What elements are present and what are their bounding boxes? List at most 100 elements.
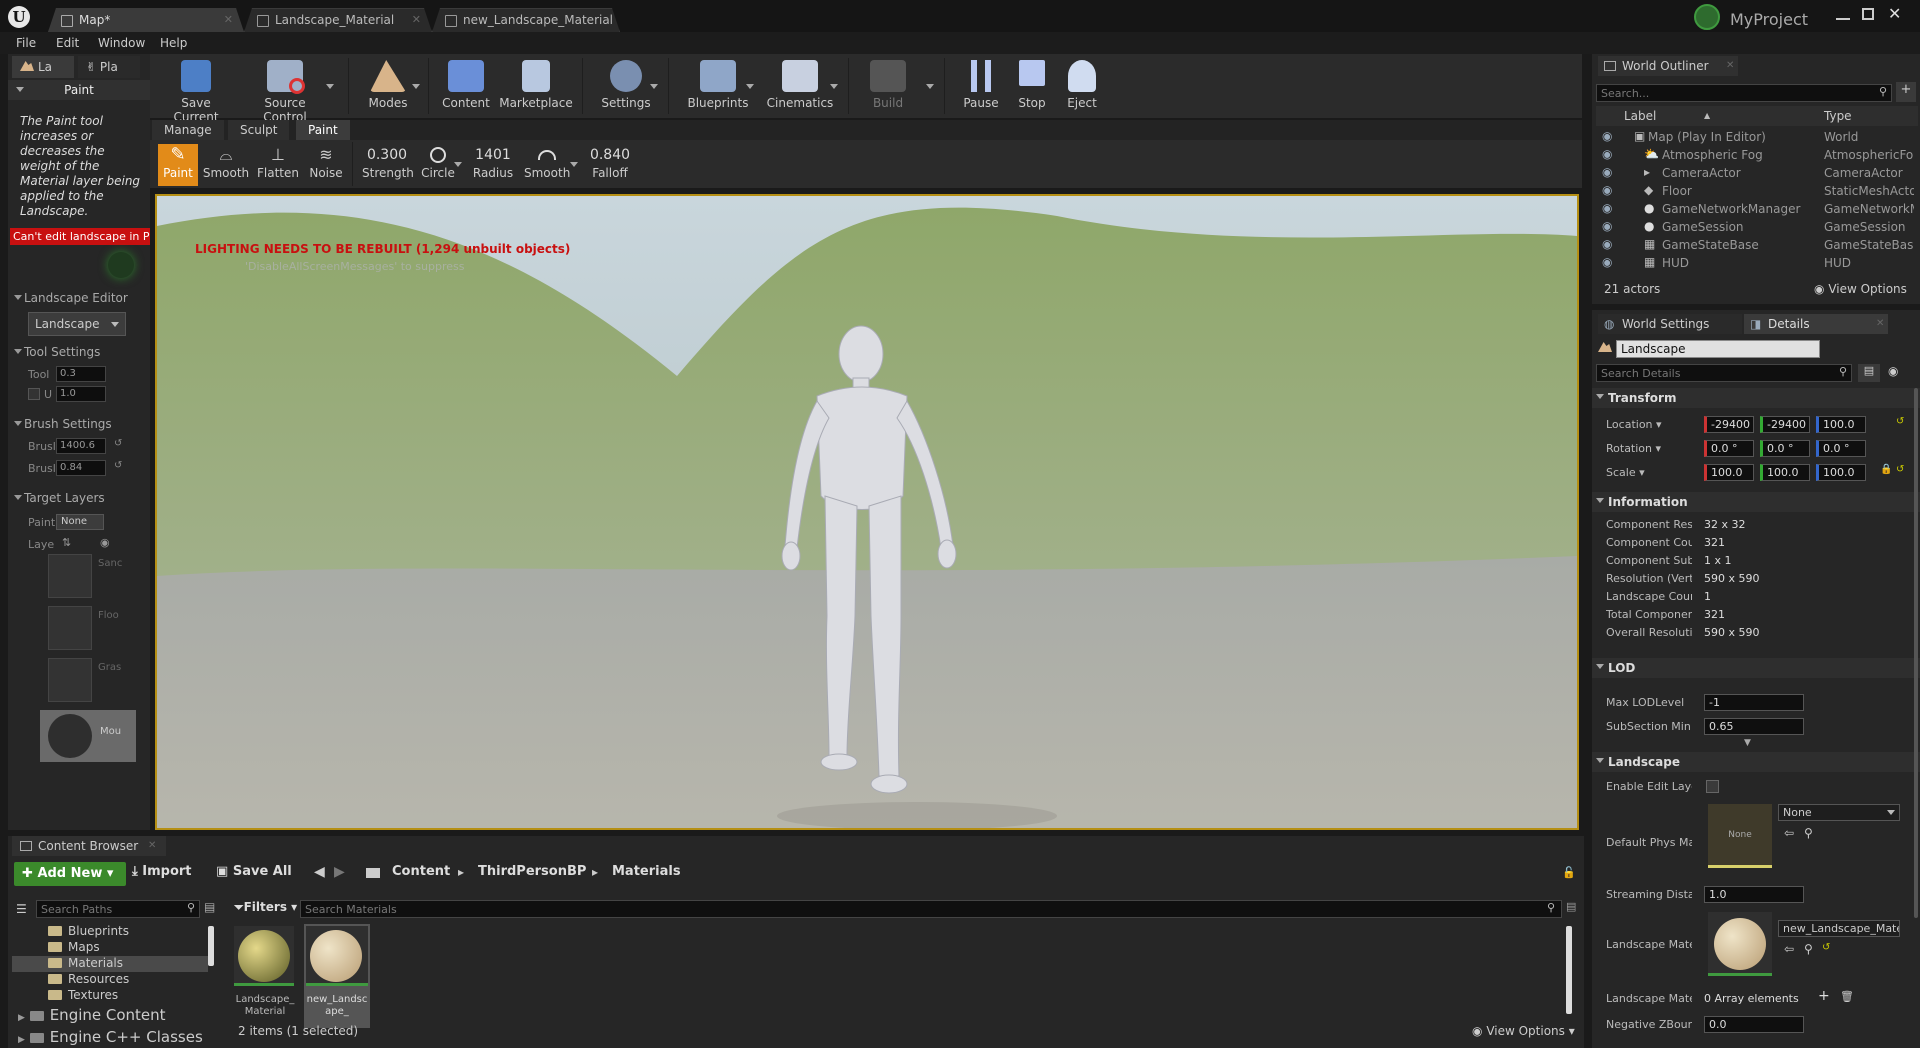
visibility-icon[interactable]: ◉ [1602, 165, 1612, 179]
level-viewport[interactable]: LIGHTING NEEDS TO BE REBUILT (1,294 unbu… [155, 194, 1579, 830]
property-matrix-icon[interactable]: ▤ [1858, 364, 1880, 382]
content-browser-tab[interactable]: Content Browser [12, 836, 166, 856]
scale-x-input[interactable]: 100.0 [1704, 464, 1754, 481]
tab-landscape-material[interactable]: Landscape_Material ✕ [244, 8, 432, 32]
paint-layer-dropdown[interactable]: None [56, 514, 104, 530]
brush-size-input[interactable]: 1400.6 [56, 438, 106, 454]
maximize-button[interactable] [1862, 8, 1874, 20]
forward-arrow-icon[interactable]: ▶ [334, 864, 345, 880]
asset-tile-selected[interactable]: new_Landscape_ [304, 924, 370, 1028]
strength-control[interactable]: 0.300 Strength [362, 144, 414, 186]
noise-tool-button[interactable]: ≋ Noise [306, 144, 346, 186]
breadcrumb-thirdpersonbp[interactable]: ThirdPersonBP [478, 864, 586, 879]
layer-item[interactable]: Sanc [48, 554, 134, 598]
flatten-tool-button[interactable]: ⊥ Flatten [256, 144, 300, 186]
chevron-down-icon[interactable] [746, 84, 754, 89]
chevron-down-icon[interactable] [454, 162, 462, 167]
folder-blueprints[interactable]: Blueprints [48, 924, 129, 938]
brush-falloff-input[interactable]: 0.84 [56, 460, 106, 476]
folder-resources[interactable]: Resources [48, 972, 129, 986]
save-all-button[interactable]: ▣ Save All [216, 864, 292, 879]
rotation-label[interactable]: Rotation ▾ [1606, 442, 1692, 455]
details-scrollbar[interactable] [1914, 388, 1918, 918]
section-tool-settings[interactable]: Tool Settings [8, 340, 150, 362]
reset-icon[interactable]: ↺ [1896, 464, 1904, 475]
section-landscape-editor[interactable]: Landscape Editor [8, 286, 150, 308]
chevron-down-icon[interactable] [412, 84, 420, 89]
chevron-down-icon[interactable] [650, 84, 658, 89]
layer-sort-icon[interactable]: ⇅ [62, 536, 71, 549]
sources-toggle-icon[interactable]: ☰ [16, 902, 27, 916]
tree-scrollbar[interactable] [208, 926, 214, 966]
content-view-options[interactable]: ◉ View Options ▾ [1472, 1024, 1575, 1038]
phys-material-thumbnail[interactable]: None [1708, 804, 1772, 868]
section-lod[interactable]: LOD [1592, 658, 1920, 678]
folder-engine-content[interactable]: ▶ Engine Content [18, 1006, 166, 1024]
marketplace-button[interactable]: Marketplace [496, 60, 576, 110]
chevron-down-icon[interactable] [326, 84, 334, 89]
tab-manage[interactable]: Manage [152, 120, 224, 140]
layer-item[interactable]: Gras [48, 658, 134, 702]
search-paths-input[interactable]: Search Paths ⚲ [36, 900, 200, 918]
import-button[interactable]: ⤓ Import [132, 864, 192, 879]
table-row[interactable]: ◉ ▦ HUD HUD [1596, 254, 1918, 272]
tab-paint[interactable]: Paint [296, 120, 350, 140]
breadcrumb-content[interactable]: Content [392, 864, 450, 879]
phys-material-dropdown[interactable]: None [1778, 804, 1900, 821]
use-value-input[interactable]: 1.0 [56, 386, 106, 402]
menu-edit[interactable]: Edit [56, 36, 79, 50]
mode-tab-landscape[interactable]: La [12, 56, 74, 78]
visibility-icon[interactable]: ◉ [1602, 219, 1612, 233]
table-row[interactable]: ◉ ◆ Floor StaticMeshActo [1596, 182, 1918, 200]
visibility-icon[interactable]: ◉ [1602, 201, 1612, 215]
reset-icon[interactable]: ↺ [1896, 416, 1904, 427]
folder-maps[interactable]: Maps [48, 940, 100, 954]
menu-file[interactable]: File [16, 36, 36, 50]
stop-button[interactable]: Stop [1010, 60, 1054, 110]
paint-header[interactable]: Paint [8, 80, 150, 100]
use-selected-arrow-icon[interactable]: ⇦ [1784, 826, 1794, 840]
modes-button[interactable]: Modes [358, 60, 418, 110]
enable-edit-layers-checkbox[interactable] [1706, 780, 1719, 793]
rotation-y-input[interactable]: 0.0 ° [1760, 440, 1810, 457]
scale-label[interactable]: Scale ▾ [1606, 466, 1692, 479]
menu-help[interactable]: Help [160, 36, 187, 50]
layer-item[interactable]: Floo [48, 606, 134, 650]
reset-icon[interactable]: ↺ [114, 438, 122, 449]
outliner-view-options[interactable]: ◉ View Options [1814, 282, 1907, 296]
scale-z-input[interactable]: 100.0 [1816, 464, 1866, 481]
browse-icon[interactable]: ⚲ [1804, 942, 1813, 956]
add-actor-icon[interactable]: + [1896, 82, 1916, 102]
save-search-icon[interactable]: ▤ [1566, 900, 1576, 913]
table-row[interactable]: ◉ ▸ CameraActor CameraActor [1596, 164, 1918, 182]
visibility-icon[interactable]: ◉ [100, 536, 110, 549]
location-x-input[interactable]: -29400 [1704, 416, 1754, 433]
mode-tab-place[interactable]: ✌ Pla [78, 56, 140, 78]
section-landscape[interactable]: Landscape [1592, 752, 1920, 772]
outliner-search-input[interactable]: Search... ⚲ [1596, 84, 1892, 102]
max-lod-input[interactable]: -1 [1704, 694, 1804, 711]
back-arrow-icon[interactable]: ◀ [314, 864, 325, 880]
breadcrumb-materials[interactable]: Materials [612, 864, 681, 879]
location-label[interactable]: Location ▾ [1606, 418, 1692, 431]
radius-control[interactable]: 1401 Radius [468, 144, 518, 186]
landscape-material-dropdown[interactable]: new_Landscape_Mate [1778, 920, 1900, 937]
table-row[interactable]: ◉ ● GameNetworkManager GameNetworkM [1596, 200, 1918, 218]
section-target-layers[interactable]: Target Layers [8, 486, 150, 508]
chevron-down-icon[interactable] [570, 162, 578, 167]
close-icon[interactable]: ✕ [412, 13, 421, 26]
close-icon[interactable]: ✕ [224, 13, 233, 26]
tab-map[interactable]: Map* ✕ [48, 8, 244, 32]
falloff-control[interactable]: 0.840 Falloff [584, 144, 636, 186]
pause-button[interactable]: Pause [956, 60, 1006, 110]
chevron-down-icon[interactable] [926, 84, 934, 89]
scale-y-input[interactable]: 100.0 [1760, 464, 1810, 481]
lock-icon[interactable]: 🔓 [1562, 866, 1576, 879]
cinematics-button[interactable]: Cinematics [762, 60, 838, 110]
folder-materials[interactable]: Materials [12, 956, 208, 972]
section-transform[interactable]: Transform [1592, 388, 1920, 408]
error-dismiss-icon[interactable] [108, 252, 134, 278]
layer-item-selected[interactable]: Mou [40, 710, 136, 762]
folder-textures[interactable]: Textures [48, 988, 118, 1002]
source-control-status-icon[interactable] [1694, 4, 1720, 30]
